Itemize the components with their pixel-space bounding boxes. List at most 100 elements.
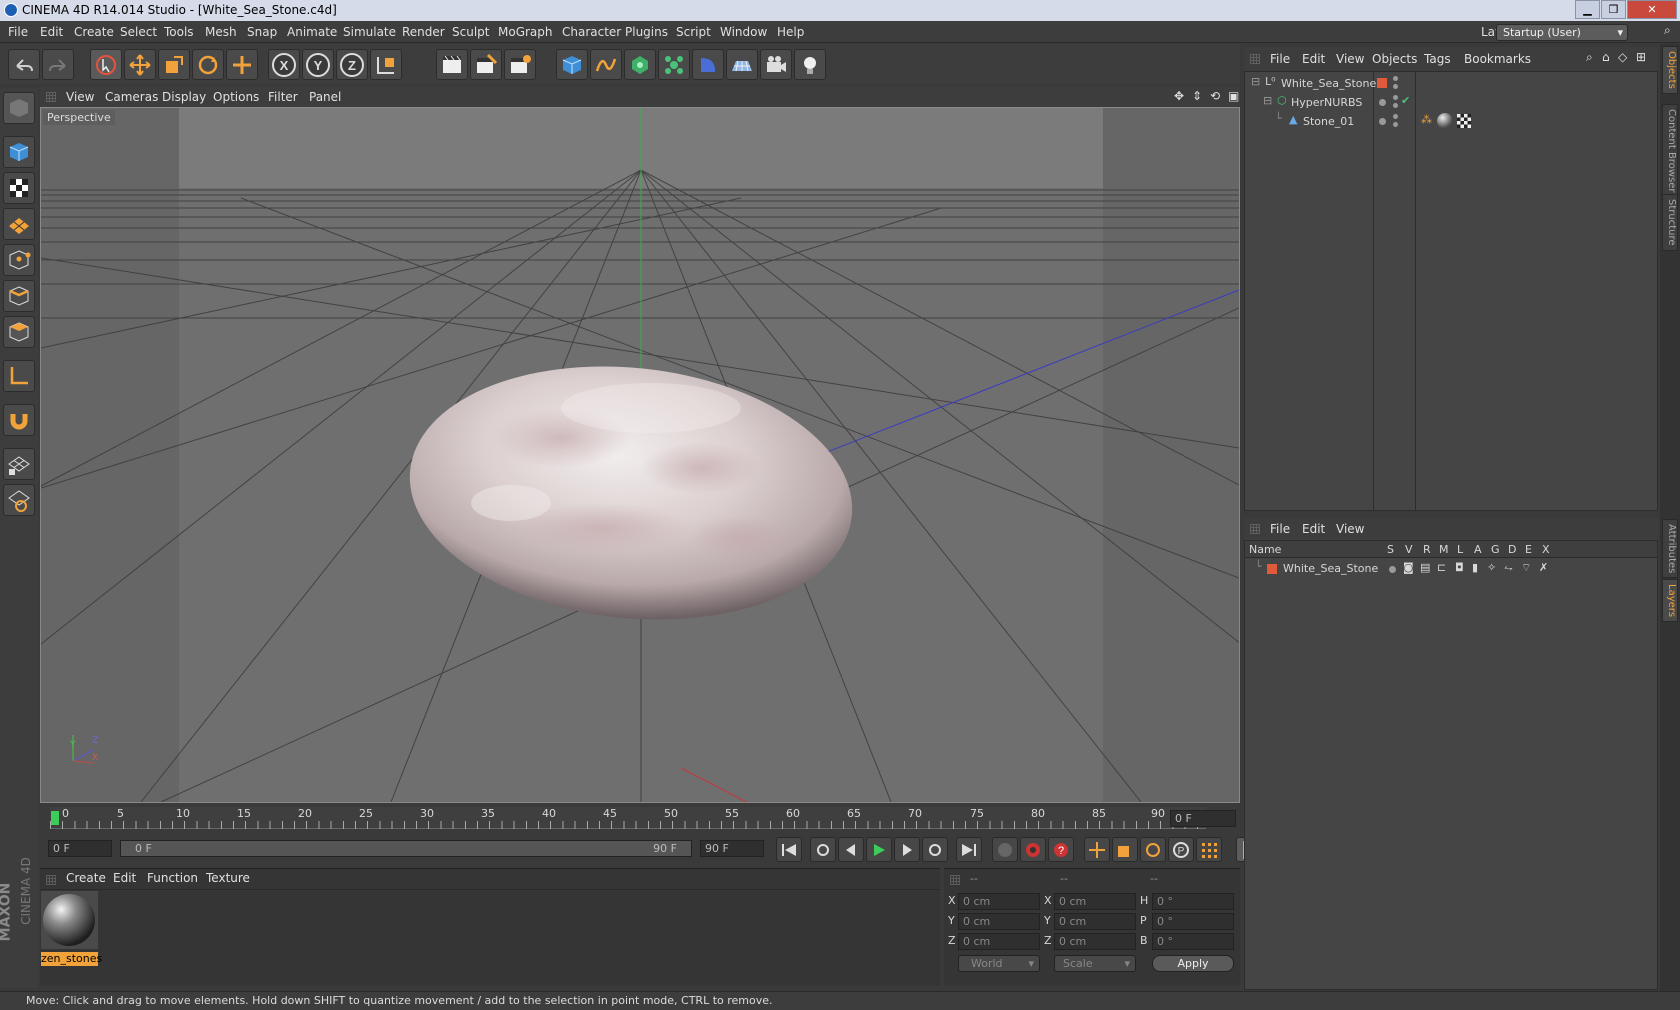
tree-row[interactable]: ⊟ ⬡ HyperNURBS ✔ bbox=[1245, 93, 1657, 112]
material-menu-function[interactable]: Function bbox=[147, 871, 198, 885]
layer-col-manager[interactable]: M bbox=[1439, 543, 1449, 556]
tree-row[interactable]: ⊟ L⁰ White_Sea_Stone bbox=[1245, 74, 1657, 93]
undo-button[interactable] bbox=[8, 49, 40, 80]
search-icon[interactable]: ⌕ bbox=[1586, 50, 1593, 65]
play-button[interactable] bbox=[866, 837, 892, 862]
layer-col-expressions[interactable]: E bbox=[1525, 543, 1532, 556]
object-name[interactable]: Stone_01 bbox=[1303, 115, 1354, 128]
record-position-button[interactable] bbox=[1084, 837, 1110, 862]
position-x-field[interactable]: 0 cm bbox=[958, 893, 1040, 910]
cube-primitive-button[interactable] bbox=[556, 49, 588, 80]
previous-keyframe-button[interactable] bbox=[810, 837, 836, 862]
layers-menu-view[interactable]: View bbox=[1336, 522, 1364, 536]
close-button[interactable]: ✕ bbox=[1627, 0, 1677, 19]
position-y-field[interactable]: 0 cm bbox=[958, 913, 1040, 930]
timeline-ruler[interactable]: 0 5 10 15 20 25 30 35 40 45 50 55 60 65 … bbox=[40, 805, 1240, 831]
menu-animate[interactable]: Animate bbox=[287, 25, 337, 39]
objects-menu-objects[interactable]: Objects bbox=[1372, 52, 1417, 66]
move-view-icon[interactable]: ✥ bbox=[1174, 89, 1184, 103]
panel-grip-icon[interactable] bbox=[1250, 54, 1260, 64]
menu-file[interactable]: File bbox=[8, 25, 28, 39]
animation-icon[interactable]: ▮ bbox=[1472, 561, 1478, 574]
zoom-view-icon[interactable]: ⇕ bbox=[1192, 89, 1202, 103]
objects-menu-bookmarks[interactable]: Bookmarks bbox=[1464, 52, 1531, 66]
generator-icon[interactable]: ✧ bbox=[1487, 561, 1496, 574]
panel-grip-icon[interactable] bbox=[46, 875, 56, 885]
planar-workplane-button[interactable] bbox=[3, 484, 35, 516]
layout-dropdown[interactable]: Startup (User) ▾ bbox=[1496, 24, 1628, 41]
material-menu-create[interactable]: Create bbox=[66, 871, 106, 885]
end-frame-field[interactable]: 90 F bbox=[700, 840, 764, 857]
deformer-icon[interactable]: ⥊ bbox=[1504, 561, 1513, 575]
snapping-magnet-button[interactable] bbox=[3, 404, 35, 436]
viewport-menu-display[interactable]: Display bbox=[162, 90, 206, 104]
panel-grip-icon[interactable] bbox=[46, 92, 56, 102]
material-menu-texture[interactable]: Texture bbox=[206, 871, 250, 885]
coordinate-system-button[interactable] bbox=[370, 49, 402, 80]
nurbs-generator-button[interactable] bbox=[624, 49, 656, 80]
layer-col-generators[interactable]: G bbox=[1491, 543, 1500, 556]
arrow-up-icon[interactable]: ◇ bbox=[1618, 50, 1627, 64]
recent-tools-button[interactable] bbox=[226, 49, 258, 80]
menu-mograph[interactable]: MoGraph bbox=[498, 25, 553, 39]
position-z-field[interactable]: 0 cm bbox=[958, 933, 1040, 950]
lock-x-axis-button[interactable]: X bbox=[268, 49, 300, 80]
polygons-mode-button[interactable] bbox=[3, 316, 35, 348]
objects-menu-file[interactable]: File bbox=[1270, 52, 1290, 66]
perspective-viewport[interactable]: Perspective Y Z X bbox=[40, 107, 1240, 803]
objects-menu-edit[interactable]: Edit bbox=[1302, 52, 1325, 66]
layer-col-solo[interactable]: S bbox=[1387, 543, 1394, 556]
visibility-dot[interactable] bbox=[1379, 118, 1386, 125]
light-button[interactable] bbox=[794, 49, 826, 80]
layer-col-locked[interactable]: L bbox=[1457, 543, 1463, 556]
tab-layers[interactable]: Layers bbox=[1662, 579, 1678, 623]
keyframe-selection-button[interactable]: ? bbox=[1048, 837, 1074, 862]
editor-visibility-dot[interactable] bbox=[1393, 76, 1398, 81]
layers-menu-file[interactable]: File bbox=[1270, 522, 1290, 536]
viewport-menu-panel[interactable]: Panel bbox=[309, 90, 341, 104]
edges-mode-button[interactable] bbox=[3, 280, 35, 312]
xref-icon[interactable]: ✗ bbox=[1539, 561, 1548, 574]
lock-y-axis-button[interactable]: Y bbox=[302, 49, 334, 80]
new-view-icon[interactable]: ⊞ bbox=[1636, 50, 1646, 64]
coordinate-mode-dropdown[interactable]: World ▾ bbox=[958, 955, 1040, 972]
viewport-menu-view[interactable]: View bbox=[66, 90, 94, 104]
record-keys-button[interactable] bbox=[992, 837, 1018, 862]
layer-solo-toggle[interactable] bbox=[1389, 566, 1396, 573]
render-to-picture-viewer-button[interactable] bbox=[470, 49, 502, 80]
make-editable-button[interactable] bbox=[3, 92, 35, 124]
layer-row[interactable]: └ White_Sea_Stone ◙ ▤ ⊏ ◘ ▮ ✧ ⥊ ⌔ ✗ bbox=[1245, 560, 1657, 579]
menu-help[interactable]: Help bbox=[777, 25, 804, 39]
layer-col-view[interactable]: V bbox=[1405, 543, 1413, 556]
menu-character[interactable]: Character bbox=[562, 25, 621, 39]
current-frame-field[interactable]: 0 F bbox=[1170, 810, 1236, 827]
menu-mesh[interactable]: Mesh bbox=[205, 25, 237, 39]
size-y-field[interactable]: 0 cm bbox=[1054, 913, 1136, 930]
deformer-button[interactable] bbox=[692, 49, 724, 80]
render-clapper-icon[interactable]: ▤ bbox=[1420, 561, 1430, 574]
render-visibility-dot[interactable] bbox=[1393, 84, 1398, 89]
tab-attributes[interactable]: Attributes bbox=[1662, 519, 1678, 579]
lock-icon[interactable]: ◘ bbox=[1455, 561, 1464, 574]
live-selection-button[interactable] bbox=[90, 49, 122, 80]
expression-icon[interactable]: ⌔ bbox=[1521, 561, 1531, 575]
record-rotation-button[interactable] bbox=[1140, 837, 1166, 862]
panel-grip-icon[interactable] bbox=[1250, 524, 1260, 534]
record-point-level-button[interactable] bbox=[1196, 837, 1222, 862]
objects-menu-view[interactable]: View bbox=[1336, 52, 1364, 66]
go-to-start-button[interactable] bbox=[776, 837, 802, 862]
enabled-check-icon[interactable]: ✔ bbox=[1401, 94, 1410, 107]
move-tool-button[interactable] bbox=[124, 49, 156, 80]
floor-scene-button[interactable] bbox=[726, 49, 758, 80]
manager-icon[interactable]: ⊏ bbox=[1437, 561, 1446, 574]
next-frame-button[interactable] bbox=[894, 837, 920, 862]
locked-workplane-button[interactable] bbox=[3, 448, 35, 480]
menu-simulate[interactable]: Simulate bbox=[343, 25, 396, 39]
workplane-mode-button[interactable] bbox=[3, 208, 35, 240]
menu-plugins[interactable]: Plugins bbox=[625, 25, 668, 39]
previous-frame-button[interactable] bbox=[838, 837, 864, 862]
material-swatch[interactable]: zen_stones bbox=[41, 891, 102, 966]
render-visibility-dot[interactable] bbox=[1393, 103, 1398, 108]
start-frame-field[interactable]: 0 F bbox=[48, 840, 112, 857]
size-x-field[interactable]: 0 cm bbox=[1054, 893, 1136, 910]
